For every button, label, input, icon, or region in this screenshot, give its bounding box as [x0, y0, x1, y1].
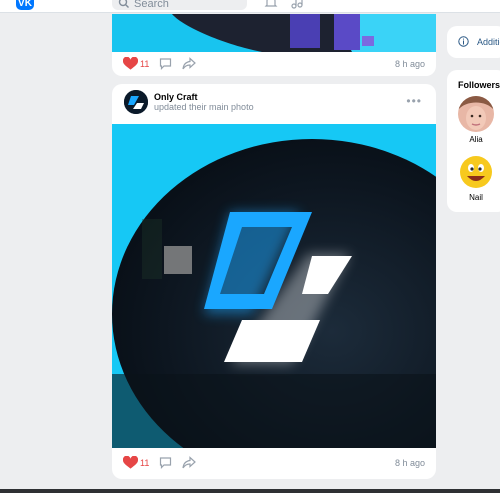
follower-item[interactable]: Nail — [456, 154, 496, 202]
search-input[interactable]: Search — [112, 0, 247, 10]
post-author[interactable]: Only Craft — [154, 92, 198, 102]
avatar[interactable] — [124, 90, 148, 114]
comment-icon[interactable] — [159, 456, 172, 469]
only-craft-logo-icon — [124, 90, 148, 114]
avatar — [458, 96, 494, 132]
only-craft-logo-image — [112, 124, 436, 479]
more-options-icon[interactable]: ••• — [406, 94, 422, 108]
post-card: 11 8 h ago — [112, 52, 436, 76]
followers-title[interactable]: Followers1 — [458, 80, 500, 90]
post-time: 8 h ago — [394, 59, 425, 69]
share-icon[interactable] — [182, 456, 196, 469]
bell-icon[interactable] — [264, 0, 278, 10]
post-card: Only Craft updated their main photo ••• — [112, 84, 436, 479]
info-icon — [458, 36, 469, 47]
vk-logo-icon[interactable]: VK — [16, 0, 34, 10]
post-time: 8 h ago — [394, 458, 425, 468]
follower-item[interactable]: Alia — [456, 96, 496, 144]
followers-card: Followers1 Alia — [447, 70, 500, 212]
post-image[interactable] — [112, 14, 436, 52]
smiley-icon — [458, 154, 494, 190]
post-subtitle: updated their main photo — [154, 102, 254, 112]
main-photo[interactable] — [112, 124, 436, 479]
like-count: 11 — [140, 458, 150, 468]
follower-name: Nail — [469, 193, 483, 202]
additional-info-card[interactable]: Additio — [447, 26, 500, 58]
search-icon — [118, 0, 129, 8]
search-placeholder: Search — [134, 0, 169, 10]
post-image-art — [112, 14, 436, 52]
music-icon[interactable] — [290, 0, 304, 10]
post-actions: 11 8 h ago — [112, 52, 436, 76]
avatar — [458, 154, 494, 190]
post-actions: 11 8 h ago — [112, 451, 436, 475]
bottom-bar — [0, 489, 500, 493]
heart-icon[interactable] — [123, 57, 138, 71]
followers-label: Followers — [458, 80, 500, 90]
post-header: Only Craft updated their main photo ••• — [112, 84, 436, 124]
follower-photo — [458, 96, 494, 132]
heart-icon[interactable] — [123, 456, 138, 470]
comment-icon[interactable] — [159, 57, 172, 70]
like-count: 11 — [140, 59, 150, 69]
top-bar: VK Search — [0, 0, 500, 13]
share-icon[interactable] — [182, 57, 196, 70]
additional-info-label[interactable]: Additio — [477, 37, 500, 47]
follower-name: Alia — [469, 135, 483, 144]
